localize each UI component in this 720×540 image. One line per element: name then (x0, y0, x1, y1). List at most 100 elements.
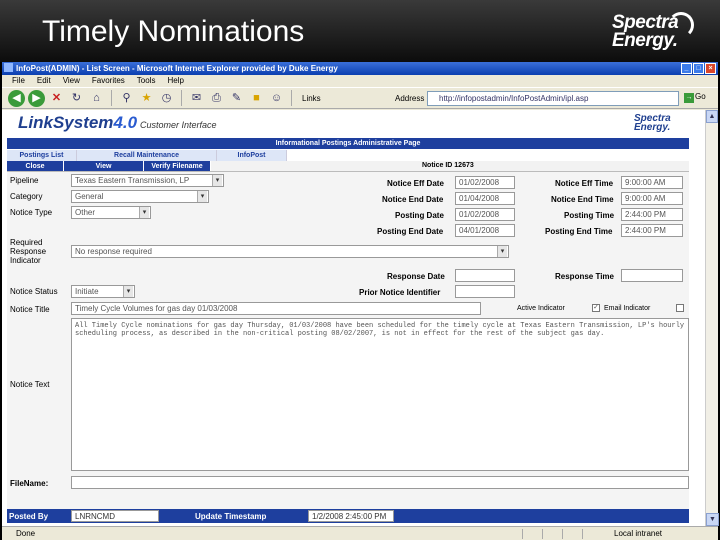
active-indicator-checkbox[interactable]: ✓ (592, 304, 600, 312)
response-time-input[interactable] (621, 269, 683, 282)
search-icon[interactable]: ⚲ (118, 90, 135, 107)
zone-text: Local intranet (614, 529, 663, 538)
page-scrollbar[interactable]: ▲ ▼ (705, 110, 719, 526)
view-button[interactable]: View (64, 161, 144, 171)
notice-eff-time-input[interactable]: 9:00:00 AM (621, 176, 683, 189)
edit-icon[interactable]: ✎ (228, 90, 245, 107)
posted-by-label: Posted By (9, 512, 49, 521)
notice-eff-time-label: Notice Eff Time (555, 179, 614, 188)
notice-eff-date-label: Notice Eff Date (387, 179, 444, 188)
notice-end-time-input[interactable]: 9:00:00 AM (621, 192, 683, 205)
category-label: Category (10, 192, 43, 201)
filename-input[interactable] (71, 476, 689, 489)
posting-date-label: Posting Date (395, 211, 444, 220)
menu-edit[interactable]: Edit (37, 75, 51, 87)
notice-type-label: Notice Type (10, 208, 53, 217)
pipeline-label: Pipeline (10, 176, 39, 185)
posting-date-input[interactable]: 01/02/2008 (455, 208, 515, 221)
posting-end-date-input[interactable]: 04/01/2008 (455, 224, 515, 237)
notice-status-select[interactable]: Initiate (71, 285, 135, 298)
print-icon[interactable]: ⎙ (208, 90, 225, 107)
window-title: InfoPost(ADMIN) - List Screen - Microsof… (16, 64, 338, 73)
slide-title: Timely Nominations (42, 15, 305, 48)
browser-window: InfoPost(ADMIN) - List Screen - Microsof… (2, 62, 719, 540)
slide-header: Timely Nominations Spectra Energy. (0, 0, 720, 62)
email-indicator-checkbox[interactable] (676, 304, 684, 312)
go-arrow-icon: → (684, 93, 694, 103)
update-timestamp-label: Update Timestamp (195, 512, 267, 521)
page-header: Informational Postings Administrative Pa… (7, 138, 689, 149)
category-select[interactable]: General (71, 190, 209, 203)
tab-infopost[interactable]: InfoPost (217, 150, 287, 161)
links-label[interactable]: Links (302, 94, 321, 103)
required-response-select[interactable]: No response required (71, 245, 509, 258)
notice-title-label: Notice Title (10, 305, 50, 314)
app-subtitle: Customer Interface (140, 120, 217, 130)
notice-title-input[interactable]: Timely Cycle Volumes for gas day 01/03/2… (71, 302, 481, 315)
scroll-up-icon[interactable]: ▲ (706, 110, 718, 123)
notice-eff-date-input[interactable]: 01/02/2008 (455, 176, 515, 189)
menu-help[interactable]: Help (167, 75, 183, 87)
prior-notice-label: Prior Notice Identifier (359, 288, 441, 297)
notice-form: Pipeline Texas Eastern Transmission, LP … (7, 172, 689, 509)
app-header: LinkSystem4.0 Customer Interface Spectra… (2, 110, 702, 138)
maximize-button[interactable]: □ (693, 63, 704, 74)
notice-id: Notice ID 12673 (422, 162, 474, 169)
close-button[interactable]: Close (7, 161, 64, 171)
scroll-down-icon[interactable]: ▼ (706, 513, 719, 526)
posting-end-time-input[interactable]: 2:44:00 PM (621, 224, 683, 237)
folder-icon[interactable]: ■ (248, 90, 265, 107)
refresh-icon[interactable]: ↻ (68, 90, 85, 107)
history-icon[interactable]: ◷ (158, 90, 175, 107)
window-titlebar: InfoPost(ADMIN) - List Screen - Microsof… (2, 62, 718, 75)
menu-tools[interactable]: Tools (137, 75, 156, 87)
linksystem-logo: LinkSystem4.0 (18, 113, 138, 132)
notice-type-select[interactable]: Other (71, 206, 151, 219)
active-indicator-label: Active Indicator (517, 305, 565, 312)
logo-swoosh-icon (668, 12, 694, 38)
favorites-icon[interactable]: ★ (138, 90, 155, 107)
go-button[interactable]: → Go (684, 92, 706, 103)
prior-notice-input[interactable] (455, 285, 515, 298)
update-timestamp-input[interactable]: 1/2/2008 2:45:00 PM (308, 510, 394, 522)
browser-toolbar: ◀ ▶ ✕ ↻ ⌂ ⚲ ★ ◷ ✉ ⎙ ✎ ■ ☺ Links Address … (2, 87, 718, 109)
notice-end-date-input[interactable]: 01/04/2008 (455, 192, 515, 205)
posting-time-label: Posting Time (564, 211, 615, 220)
spectra-energy-app-logo: Spectra Energy. (634, 113, 671, 133)
menu-file[interactable]: File (12, 75, 25, 87)
close-window-button[interactable]: × (705, 63, 716, 74)
notice-status-label: Notice Status (10, 287, 58, 296)
messenger-icon[interactable]: ☺ (268, 90, 285, 107)
stop-icon[interactable]: ✕ (48, 90, 65, 107)
response-date-input[interactable] (455, 269, 515, 282)
response-time-label: Response Time (555, 272, 614, 281)
minimize-button[interactable]: _ (681, 63, 692, 74)
address-label: Address (395, 94, 425, 103)
posting-end-time-label: Posting End Time (545, 227, 613, 236)
notice-end-time-label: Notice End Time (551, 195, 614, 204)
forward-icon[interactable]: ▶ (28, 89, 45, 107)
home-icon[interactable]: ⌂ (88, 90, 105, 107)
menu-favorites[interactable]: Favorites (92, 75, 125, 87)
address-input[interactable]: http://infopostadmin/InfoPostAdmin/ipl.a… (427, 91, 679, 106)
posted-by-input[interactable]: LNRNCMD (71, 510, 159, 522)
verify-filename-button[interactable]: Verify Filename (144, 161, 211, 171)
page-content: LinkSystem4.0 Customer Interface Spectra… (2, 110, 719, 526)
mail-icon[interactable]: ✉ (188, 90, 205, 107)
back-icon[interactable]: ◀ (8, 89, 25, 107)
posting-end-date-label: Posting End Date (377, 227, 444, 236)
posted-by-bar: Posted By LNRNCMD Update Timestamp 1/2/2… (7, 509, 689, 523)
notice-text-area[interactable]: All Timely Cycle nominations for gas day… (71, 318, 689, 471)
status-text: Done (16, 529, 36, 538)
menu-bar: File Edit View Favorites Tools Help (2, 75, 718, 87)
status-bar: Done Local intranet (2, 526, 718, 540)
menu-view[interactable]: View (63, 75, 80, 87)
posting-time-input[interactable]: 2:44:00 PM (621, 208, 683, 221)
pipeline-select[interactable]: Texas Eastern Transmission, LP (71, 174, 224, 187)
required-response-label: Required Response Indicator (10, 238, 47, 265)
tab-recall-maintenance[interactable]: Recall Maintenance (77, 150, 217, 161)
tab-postings-list[interactable]: Postings List (7, 150, 77, 161)
response-date-label: Response Date (387, 272, 445, 281)
email-indicator-label: Email Indicator (604, 305, 651, 312)
filename-label: FileName: (10, 479, 49, 488)
